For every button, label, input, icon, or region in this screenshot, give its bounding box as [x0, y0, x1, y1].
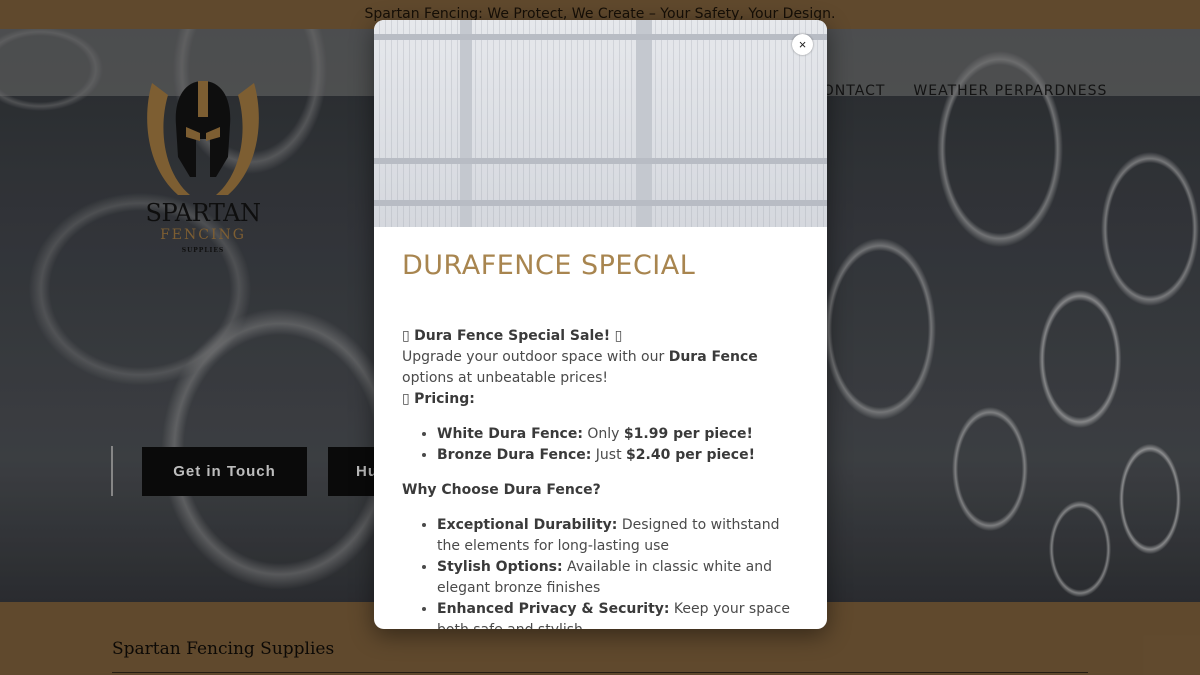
intro-text: Upgrade your outdoor space with our — [402, 349, 669, 365]
why-heading: Why Choose Dura Fence? — [402, 482, 601, 498]
price-pre: Just — [591, 447, 627, 463]
intro-line: Upgrade your outdoor space with our Dura… — [402, 347, 802, 389]
promo-modal: × DURAFENCE SPECIAL ▯ Dura Fence Special… — [374, 20, 827, 629]
list-item: Enhanced Privacy & Security: Keep your s… — [437, 599, 802, 629]
list-item: Exceptional Durability: Designed to with… — [437, 515, 802, 557]
pricing-emoji-icon: ▯ — [402, 391, 410, 407]
close-icon[interactable]: × — [792, 34, 813, 55]
sale-heading: Dura Fence Special Sale! — [414, 328, 611, 344]
reasons-list: Exceptional Durability: Designed to with… — [402, 515, 802, 629]
reason-label: Enhanced Privacy & Security: — [437, 601, 670, 617]
modal-content: ▯ Dura Fence Special Sale! ▯ Upgrade you… — [402, 326, 802, 629]
price-value: $2.40 per piece! — [626, 447, 755, 463]
modal-body: DURAFENCE SPECIAL ▯ Dura Fence Special S… — [402, 250, 802, 629]
reason-label: Exceptional Durability: — [437, 517, 618, 533]
modal-title: DURAFENCE SPECIAL — [402, 250, 696, 281]
price-pre: Only — [582, 426, 624, 442]
price-label: White Dura Fence: — [437, 426, 583, 442]
pricing-heading: Pricing: — [414, 391, 475, 407]
intro-bold: Dura Fence — [668, 349, 758, 365]
list-item: Bronze Dura Fence: Just $2.40 per piece! — [437, 445, 802, 466]
fence-photo — [374, 20, 827, 227]
reason-label: Stylish Options: — [437, 559, 563, 575]
list-item: White Dura Fence: Only $1.99 per piece! — [437, 424, 802, 445]
sale-emoji-icon: ▯ — [402, 328, 410, 344]
price-value: $1.99 per piece! — [623, 426, 753, 442]
sale-heading-line: ▯ Dura Fence Special Sale! ▯ — [402, 326, 802, 347]
list-item: Stylish Options: Available in classic wh… — [437, 557, 802, 599]
price-label: Bronze Dura Fence: — [437, 447, 592, 463]
sale-emoji-icon: ▯ — [614, 328, 623, 344]
pricing-list: White Dura Fence: Only $1.99 per piece! … — [402, 424, 802, 466]
intro-text-end: options at unbeatable prices! — [402, 370, 609, 386]
pricing-heading-line: ▯ Pricing: — [402, 389, 802, 410]
